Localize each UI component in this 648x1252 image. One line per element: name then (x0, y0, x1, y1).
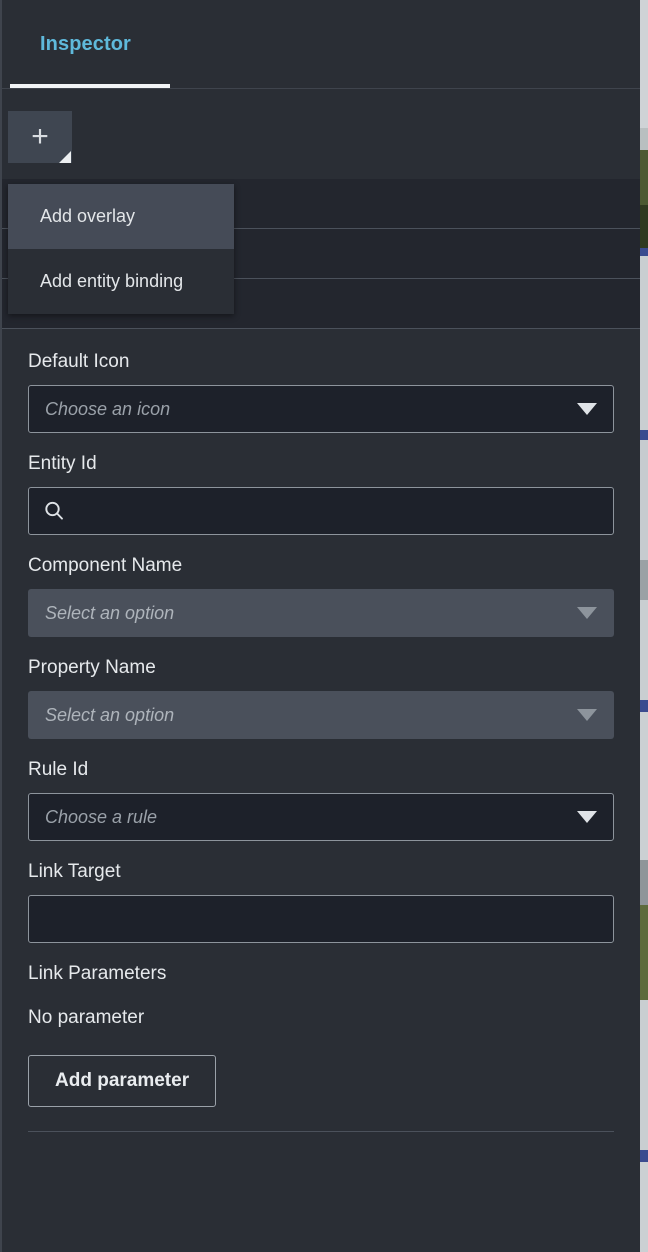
default-icon-select[interactable]: Choose an icon (28, 385, 614, 433)
entity-id-input[interactable] (75, 499, 599, 523)
chevron-down-icon (577, 709, 597, 721)
property-name-select[interactable]: Select an option (28, 691, 614, 739)
tab-bar: Inspector (2, 0, 640, 89)
add-menu-popup: Add overlay Add entity binding (8, 184, 234, 314)
form-footer-divider (28, 1131, 614, 1170)
tab-inspector-label: Inspector (40, 32, 131, 55)
tab-inspector[interactable]: Inspector (10, 0, 161, 88)
link-target-input[interactable] (43, 907, 599, 931)
menu-caret-indicator (59, 151, 71, 163)
chevron-down-icon (577, 811, 597, 823)
field-link-target: Link Target (28, 861, 614, 943)
field-label-entity-id: Entity Id (28, 453, 97, 474)
chevron-down-icon (577, 607, 597, 619)
add-parameter-button[interactable]: Add parameter (28, 1055, 217, 1107)
component-name-placeholder: Select an option (45, 602, 175, 623)
field-rule-id: Rule Id Choose a rule (28, 759, 614, 841)
default-icon-placeholder: Choose an icon (45, 398, 171, 419)
entity-id-input-wrapper[interactable] (28, 487, 614, 535)
no-parameter-text: No parameter (28, 1007, 145, 1028)
property-name-placeholder: Select an option (45, 704, 175, 725)
field-label-link-target: Link Target (28, 861, 121, 882)
link-parameters-label: Link Parameters (28, 963, 167, 984)
chevron-down-icon (577, 403, 597, 415)
field-property-name: Property Name Select an option (28, 657, 614, 739)
tab-active-underline (10, 84, 170, 88)
inspector-toolbar: + (2, 89, 640, 179)
search-icon (43, 500, 65, 522)
field-label-property-name: Property Name (28, 657, 156, 678)
inspector-panel: Inspector + ▾ ▾ ▾ Tag Add overlay Add en… (0, 0, 640, 1252)
field-label-rule-id: Rule Id (28, 759, 89, 780)
plus-icon: + (31, 120, 49, 153)
field-component-name: Component Name Select an option (28, 555, 614, 637)
link-target-input-wrapper[interactable] (28, 895, 614, 943)
field-entity-id: Entity Id (28, 453, 614, 535)
tag-form: Default Icon Choose an icon Entity Id Co… (2, 329, 640, 1170)
background-scene-sliver (640, 0, 648, 1252)
field-default-icon: Default Icon Choose an icon (28, 351, 614, 433)
rule-id-placeholder: Choose a rule (45, 806, 158, 827)
component-name-select[interactable]: Select an option (28, 589, 614, 637)
menu-item-add-overlay[interactable]: Add overlay (8, 184, 234, 249)
field-link-parameters: Link Parameters No parameter Add paramet… (28, 963, 614, 1107)
menu-item-add-entity-binding[interactable]: Add entity binding (8, 249, 234, 314)
rule-id-select[interactable]: Choose a rule (28, 793, 614, 841)
field-label-component-name: Component Name (28, 555, 183, 576)
field-label-default-icon: Default Icon (28, 351, 130, 372)
